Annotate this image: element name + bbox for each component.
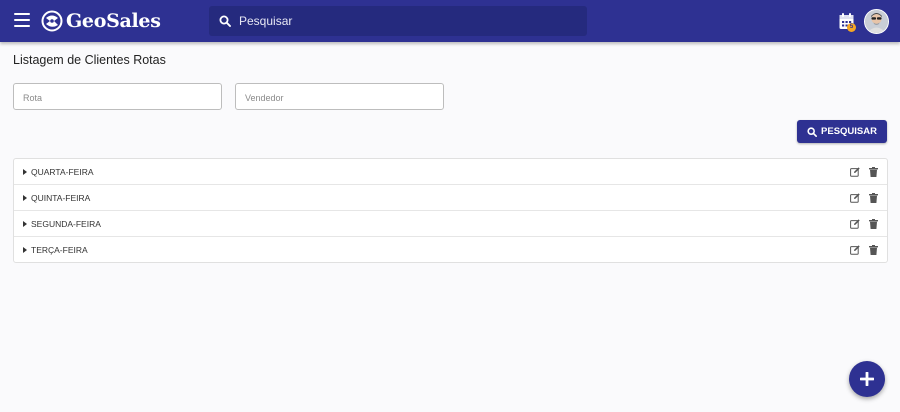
route-label: QUARTA-FEIRA xyxy=(31,166,94,177)
vendedor-input[interactable] xyxy=(243,84,437,111)
trash-icon[interactable] xyxy=(869,219,878,229)
caret-right-icon[interactable] xyxy=(23,168,27,175)
search-input[interactable] xyxy=(237,13,571,29)
edit-icon[interactable] xyxy=(850,219,860,229)
top-app-bar: GeoSales 5 xyxy=(0,0,900,42)
caret-right-icon[interactable] xyxy=(23,246,27,253)
list-item[interactable]: TERÇA-FEIRA xyxy=(14,237,887,262)
route-label: QUINTA-FEIRA xyxy=(31,192,91,203)
global-search[interactable] xyxy=(209,6,587,36)
list-item[interactable]: QUINTA-FEIRA xyxy=(14,185,887,211)
search-icon xyxy=(807,126,818,137)
edit-icon[interactable] xyxy=(850,245,860,255)
brand-name: GeoSales xyxy=(66,10,161,32)
list-item[interactable]: SEGUNDA-FEIRA xyxy=(14,211,887,237)
vendedor-field[interactable] xyxy=(235,83,444,111)
avatar[interactable] xyxy=(864,9,889,34)
list-item[interactable]: QUARTA-FEIRA xyxy=(14,159,887,185)
plus-icon xyxy=(860,372,874,386)
app-logo[interactable]: GeoSales xyxy=(41,9,161,33)
trash-icon[interactable] xyxy=(869,167,878,177)
rota-input[interactable] xyxy=(21,84,215,111)
notification-badge: 5 xyxy=(847,23,856,32)
trash-icon[interactable] xyxy=(869,245,878,255)
user-avatar-icon xyxy=(865,10,888,33)
rota-field[interactable] xyxy=(13,83,222,111)
trash-icon[interactable] xyxy=(869,193,878,203)
add-route-button[interactable] xyxy=(849,361,885,397)
search-button[interactable]: PESQUISAR xyxy=(797,120,887,143)
caret-right-icon[interactable] xyxy=(23,220,27,227)
edit-icon[interactable] xyxy=(850,167,860,177)
edit-icon[interactable] xyxy=(850,193,860,203)
caret-right-icon[interactable] xyxy=(23,194,27,201)
search-button-label: PESQUISAR xyxy=(821,126,877,137)
routes-list: QUARTA-FEIRA QUINTA-FEIRA SEGUNDA-FEIRA xyxy=(13,158,888,263)
page-title: Listagem de Clientes Rotas xyxy=(13,53,166,67)
logo-icon xyxy=(41,10,63,32)
route-label: TERÇA-FEIRA xyxy=(31,244,88,255)
menu-icon[interactable] xyxy=(14,13,30,27)
route-label: SEGUNDA-FEIRA xyxy=(31,218,101,229)
search-icon xyxy=(219,15,231,27)
